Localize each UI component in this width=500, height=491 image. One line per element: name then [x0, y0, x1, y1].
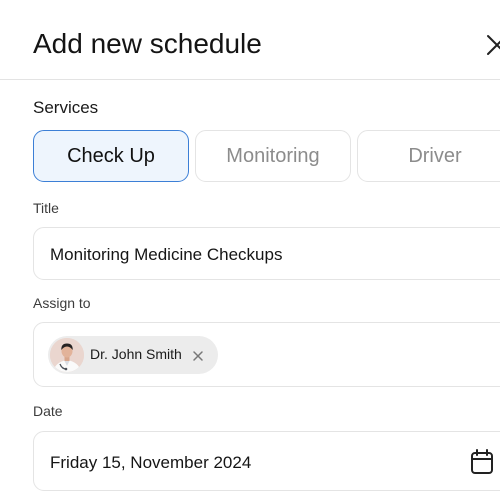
- assign-label: Assign to: [33, 295, 91, 311]
- calendar-icon[interactable]: [470, 449, 494, 475]
- avatar: [50, 338, 84, 372]
- close-button[interactable]: [486, 34, 500, 56]
- close-icon: [487, 35, 500, 55]
- title-input[interactable]: Monitoring Medicine Checkups: [33, 227, 500, 280]
- title-label: Title: [33, 200, 59, 216]
- service-tab-monitoring[interactable]: Monitoring: [195, 130, 351, 182]
- service-tab-check-up[interactable]: Check Up: [33, 130, 189, 182]
- remove-assignee-button[interactable]: [192, 349, 204, 361]
- modal-title: Add new schedule: [33, 28, 262, 59]
- services-label: Services: [33, 98, 99, 117]
- assignee-name: Dr. John Smith: [90, 346, 182, 362]
- assign-input[interactable]: Dr. John Smith: [33, 322, 500, 387]
- date-input[interactable]: Friday 15, November 2024: [33, 431, 500, 491]
- date-value: Friday 15, November 2024: [50, 453, 252, 472]
- modal-header: Add new schedule: [0, 0, 500, 80]
- service-tab-driver[interactable]: Driver: [357, 130, 500, 182]
- assignee-chip[interactable]: Dr. John Smith: [48, 336, 218, 374]
- date-label: Date: [33, 403, 63, 419]
- title-value: Monitoring Medicine Checkups: [50, 245, 283, 264]
- close-icon: [193, 351, 203, 361]
